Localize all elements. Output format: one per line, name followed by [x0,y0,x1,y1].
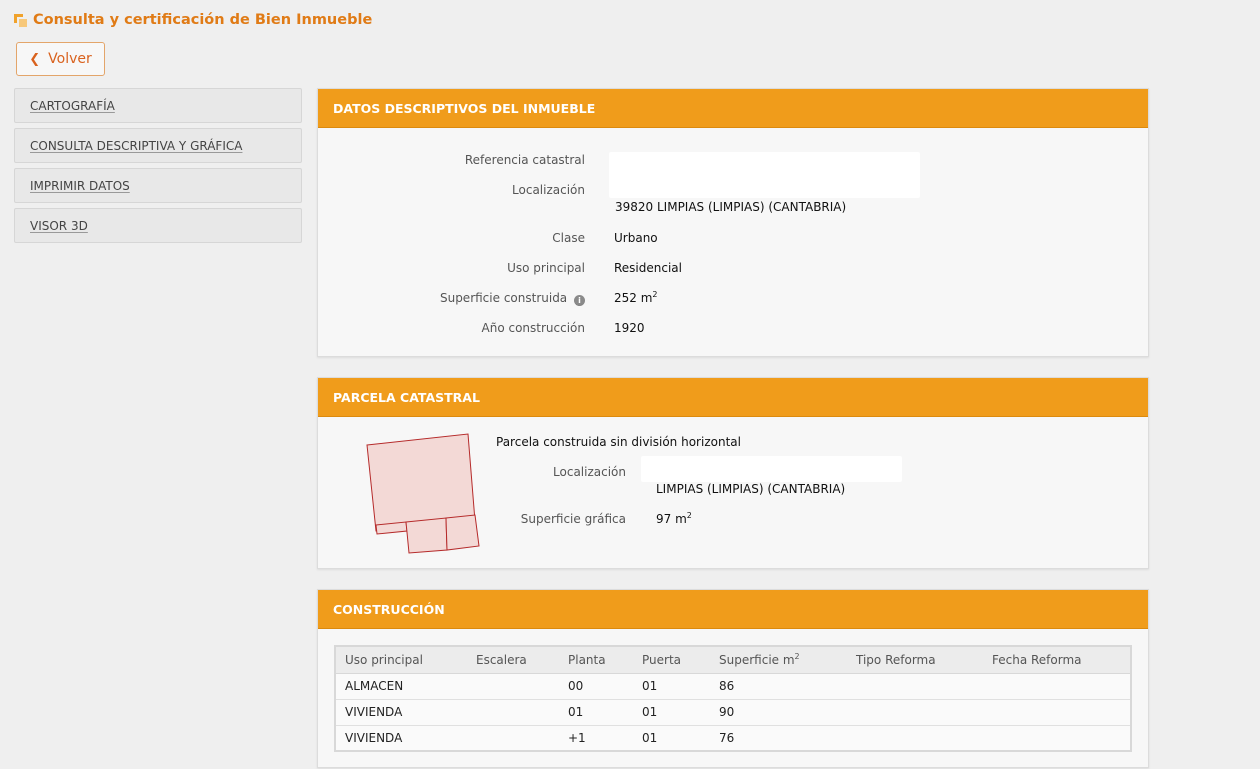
cell-tipo-reforma [847,725,983,751]
parcela-sup-value: 97 m2 [656,511,692,527]
col-escalera: Escalera [467,646,559,674]
sup-label: Superficie construida [439,291,568,305]
sidebar-item-imprimir[interactable]: IMPRIMIR DATOS [14,168,302,203]
cell-tipo-reforma [847,673,983,700]
cell-fecha-reforma [983,699,1131,726]
construccion-panel: CONSTRUCCIÓN Uso principal Escalera Plan… [317,589,1149,768]
back-button[interactable]: ❮ Volver [16,42,105,76]
cell-uso: VIVIENDA [345,730,403,745]
cell-puerta: 01 [642,730,658,745]
datos-panel: DATOS DESCRIPTIVOS DEL INMUEBLE Referenc… [317,88,1149,357]
col-superficie: Superficie m2 [710,646,847,674]
clase-label: Clase [552,231,585,245]
parcela-loc-label: Localización [553,465,626,479]
col-tipo-reforma: Tipo Reforma [847,646,983,674]
col-uso: Uso principal [335,646,467,674]
back-button-label: Volver [48,51,92,67]
parcel-map[interactable] [358,428,488,558]
parcela-description: Parcela construida sin división horizont… [496,435,741,449]
cell-planta: 01 [559,699,633,726]
cell-fecha-reforma [983,725,1131,751]
col-planta: Planta [559,646,633,674]
cell-tipo-reforma [847,699,983,726]
cell-planta: 00 [559,673,633,700]
parcela-loc-value: LIMPIAS (LIMPIAS) (CANTABRIA) [656,482,846,496]
ref-label: Referencia catastral [464,153,585,167]
cell-escalera [467,725,559,751]
col-puerta: Puerta [633,646,710,674]
cell-superficie: 76 [719,730,735,745]
sidebar: CARTOGRAFÍA CONSULTA DESCRIPTIVA Y GRÁFI… [14,88,302,248]
anio-value: 1920 [614,321,645,335]
info-icon[interactable]: i [574,295,585,306]
cell-escalera [467,699,559,726]
redacted-parcel-address [641,456,902,482]
sidebar-item-visor-3d[interactable]: VISOR 3D [14,208,302,243]
cell-puerta: 01 [633,699,710,726]
uso-value: Residencial [614,261,682,275]
clase-value: Urbano [614,231,658,245]
cell-planta: +1 [568,730,586,745]
cell-uso: VIVIENDA [335,699,467,726]
chevron-left-icon: ❮ [29,51,41,67]
cell-escalera [467,673,559,700]
redacted-reference [609,152,920,198]
datos-heading: DATOS DESCRIPTIVOS DEL INMUEBLE [318,89,1148,128]
table-row: VIVIENDA +1 01 76 [335,725,1131,751]
building-icon [14,13,27,27]
page-title-text: Consulta y certificación de Bien Inmuebl… [33,12,373,28]
parcela-panel: PARCELA CATASTRAL Parcela construida sin… [317,377,1149,569]
page-title: Consulta y certificación de Bien Inmuebl… [14,12,372,28]
cell-superficie: 90 [710,699,847,726]
cell-fecha-reforma [983,673,1131,700]
cell-uso: ALMACEN [335,673,467,700]
parcela-sup-label: Superficie gráfica [520,512,626,526]
parcela-heading: PARCELA CATASTRAL [318,378,1148,417]
sidebar-item-cartografia[interactable]: CARTOGRAFÍA [14,88,302,123]
loc-label: Localización [512,183,585,197]
loc-value: 39820 LIMPIAS (LIMPIAS) (CANTABRIA) [615,200,847,214]
cell-puerta: 01 [633,673,710,700]
table-header-row: Uso principal Escalera Planta Puerta Sup… [335,646,1131,674]
col-fecha-reforma: Fecha Reforma [983,646,1131,674]
cell-superficie: 86 [710,673,847,700]
construccion-heading: CONSTRUCCIÓN [318,590,1148,629]
sup-value: 252 m2 [614,290,658,306]
sidebar-item-consulta[interactable]: CONSULTA DESCRIPTIVA Y GRÁFICA [14,128,302,163]
construccion-table: Uso principal Escalera Planta Puerta Sup… [334,645,1132,752]
anio-label: Año construcción [481,321,586,335]
table-row: ALMACEN 00 01 86 [335,673,1131,700]
table-row: VIVIENDA 01 01 90 [335,699,1131,726]
uso-label: Uso principal [507,261,585,275]
